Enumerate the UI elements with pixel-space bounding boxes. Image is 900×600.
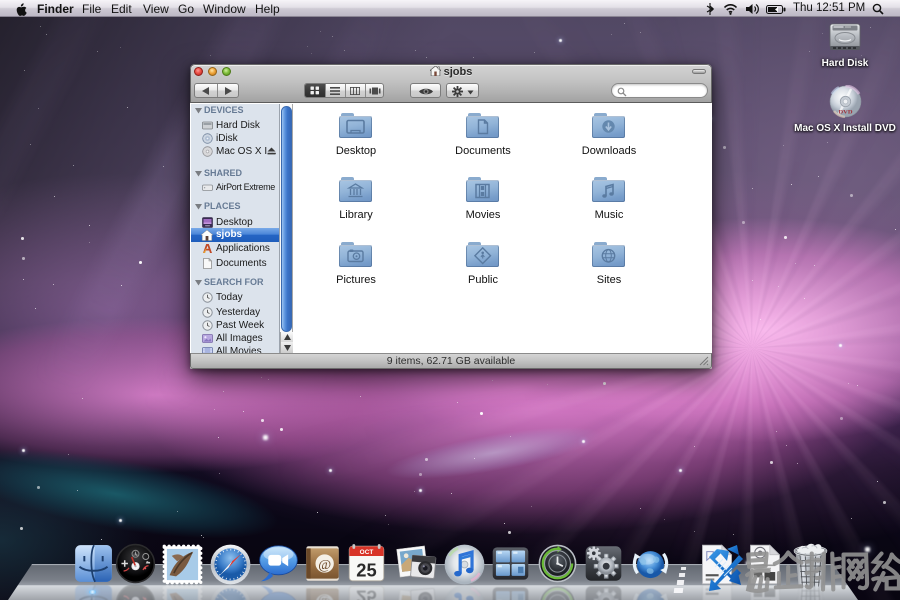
svg-text:DVD: DVD xyxy=(838,110,852,115)
svg-text:@: @ xyxy=(318,594,331,600)
svg-text:25: 25 xyxy=(356,587,376,600)
svg-text:OCT: OCT xyxy=(360,549,374,556)
svg-text:@: @ xyxy=(318,558,331,573)
svg-text:25: 25 xyxy=(356,559,376,580)
